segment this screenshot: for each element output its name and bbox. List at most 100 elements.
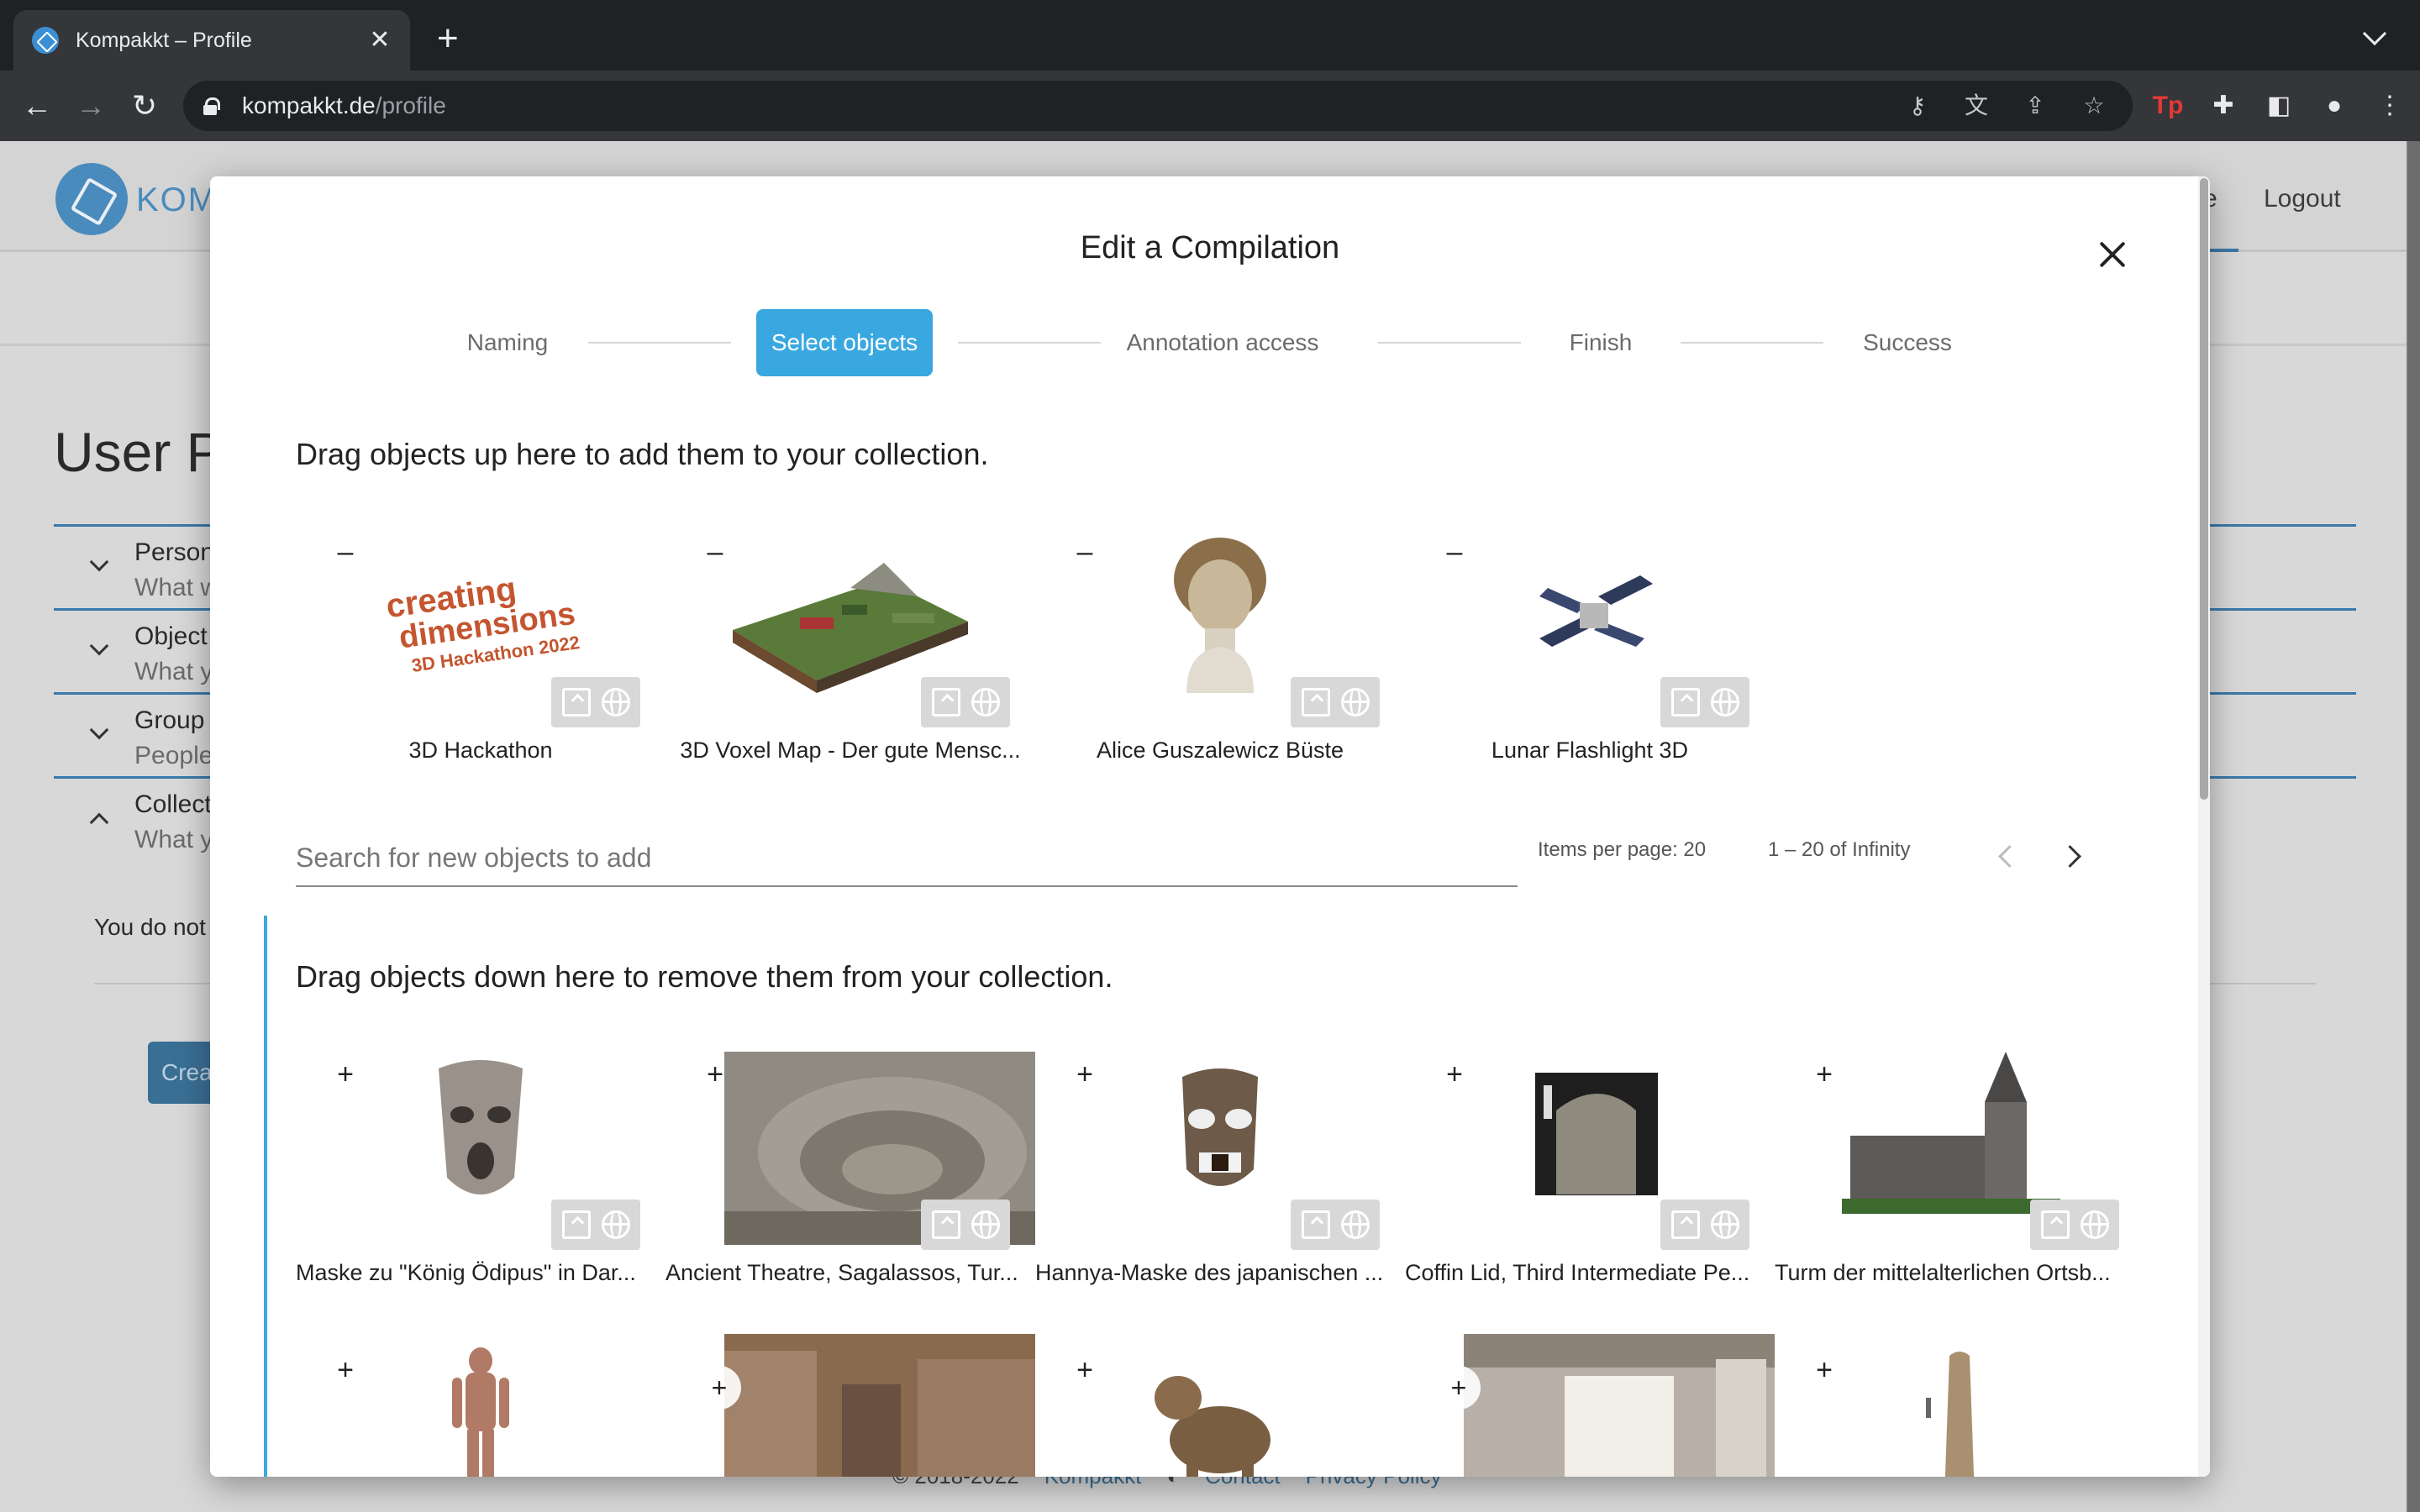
share-icon[interactable]: ⇪ xyxy=(2020,91,2050,121)
available-object-card[interactable]: + xyxy=(296,1347,649,1477)
profile-avatar-icon[interactable]: ● xyxy=(2317,89,2351,123)
step-connector xyxy=(588,342,731,344)
search-input[interactable] xyxy=(296,823,1518,884)
globe-icon xyxy=(601,688,630,717)
selected-object-card[interactable]: – Alice Guszalewicz Büste xyxy=(1035,529,1388,763)
accordion-subtitle: What w xyxy=(134,574,219,601)
next-page-button[interactable] xyxy=(2055,840,2089,874)
step-naming[interactable]: Naming xyxy=(430,309,585,376)
upload-icon xyxy=(561,688,591,717)
kompakkt-favicon-icon xyxy=(32,27,59,54)
reload-icon[interactable]: ↻ xyxy=(126,87,163,124)
object-thumbnail xyxy=(1464,1334,1775,1477)
extensions-puzzle-icon[interactable]: ✚ xyxy=(2207,89,2240,123)
accordion-subtitle: What y xyxy=(134,658,213,685)
close-icon[interactable] xyxy=(2089,232,2136,279)
remove-zone-title: Drag objects down here to remove them fr… xyxy=(296,959,1113,994)
object-badges xyxy=(1660,1200,1749,1250)
object-badges xyxy=(551,1200,640,1250)
page-scrollbar[interactable] xyxy=(2408,141,2420,1512)
browser-toolbar: ← → ↻ kompakkt.de/profile ⚷ 文 ⇪ ☆ Tp ✚ ◧… xyxy=(0,71,2420,141)
globe-icon xyxy=(1340,1210,1370,1239)
lock-icon[interactable] xyxy=(203,97,220,115)
tab-close-icon[interactable]: ✕ xyxy=(365,25,395,55)
object-label: Maske zu "König Ödipus" in Dar... xyxy=(296,1260,636,1285)
browser-menu-icon[interactable]: ⋮ xyxy=(2373,89,2407,123)
object-label: 3D Voxel Map - Der gute Mensc... xyxy=(680,738,1021,763)
browser-tab[interactable]: Kompakkt – Profile ✕ xyxy=(13,10,410,71)
object-badges xyxy=(1660,677,1749,727)
dialog-scrollbar-thumb[interactable] xyxy=(2200,178,2208,800)
step-select-objects[interactable]: Select objects xyxy=(756,309,933,376)
extension-tp-icon[interactable]: Tp xyxy=(2151,89,2185,123)
available-object-card[interactable]: + Hannya-Maske des japanischen ... xyxy=(1035,1052,1388,1285)
address-bar[interactable]: kompakkt.de/profile ⚷ 文 ⇪ ☆ xyxy=(183,81,2133,131)
dialog-title: Edit a Compilation xyxy=(1080,230,1340,265)
tab-search-chevron-icon[interactable] xyxy=(2362,21,2387,46)
chevron-down-icon xyxy=(89,636,109,656)
forward-arrow-icon[interactable]: → xyxy=(72,87,109,124)
stepper: Naming Select objects Annotation access … xyxy=(210,302,2210,376)
selected-object-card[interactable]: – Lunar Flashlight 3D xyxy=(1405,529,1758,763)
add-object-button[interactable]: + xyxy=(1437,1366,1481,1410)
globe-icon xyxy=(1710,1210,1739,1239)
accordion-title: Group xyxy=(134,706,205,734)
upload-icon xyxy=(1670,688,1700,717)
tab-title: Kompakkt – Profile xyxy=(76,28,252,52)
object-thumbnail xyxy=(355,1347,666,1477)
globe-icon xyxy=(971,1210,1000,1239)
globe-icon xyxy=(1710,688,1739,717)
accordion-subtitle: People xyxy=(134,742,213,769)
url-path: /profile xyxy=(375,92,446,118)
translate-icon[interactable]: 文 xyxy=(1961,91,1991,121)
upload-icon xyxy=(561,1210,591,1239)
side-panel-icon[interactable]: ◧ xyxy=(2262,89,2296,123)
object-label: 3D Hackathon xyxy=(408,738,553,763)
step-connector xyxy=(1681,342,1823,344)
available-object-card[interactable]: + Ancient Theatre, Sagalassos, Tur... xyxy=(666,1052,1035,1285)
add-object-button[interactable]: + xyxy=(697,1366,741,1410)
available-object-card[interactable]: + Maske zu "König Ödipus" in Dar... xyxy=(296,1052,649,1285)
available-object-card[interactable]: + Coffin Lid, Third Intermediate Pe... xyxy=(1405,1052,1758,1285)
object-badges xyxy=(551,677,640,727)
kompakkt-logo-icon[interactable] xyxy=(55,163,128,235)
browser-tab-bar: Kompakkt – Profile ✕ + xyxy=(0,0,2420,71)
selected-object-card[interactable]: – 3D Voxel Map - Der gute Mensc... xyxy=(666,529,1020,763)
object-badges xyxy=(921,677,1010,727)
previous-page-button[interactable] xyxy=(1988,840,2022,874)
empty-collections-text: You do not xyxy=(94,914,206,940)
available-object-card[interactable]: + xyxy=(666,1334,1035,1477)
pagination-range: 1 – 20 of Infinity xyxy=(1768,838,1911,861)
add-zone-title: Drag objects up here to add them to your… xyxy=(296,437,989,471)
step-finish[interactable]: Finish xyxy=(1538,309,1664,376)
step-connector xyxy=(1378,342,1521,344)
step-annotation-access[interactable]: Annotation access xyxy=(1118,309,1328,376)
upload-icon xyxy=(931,688,960,717)
upload-icon xyxy=(1301,1210,1330,1239)
object-label: Coffin Lid, Third Intermediate Pe... xyxy=(1405,1260,1750,1285)
accordion-title: Collect xyxy=(134,790,212,818)
bookmark-star-icon[interactable]: ☆ xyxy=(2079,91,2109,121)
step-connector xyxy=(958,342,1101,344)
new-tab-button[interactable]: + xyxy=(437,20,459,57)
accordion-title: Object xyxy=(134,622,208,650)
items-per-page-label[interactable]: Items per page: 20 xyxy=(1538,838,1706,862)
available-object-card[interactable]: + xyxy=(1775,1347,2128,1477)
available-object-card[interactable]: + xyxy=(1035,1347,1388,1477)
selected-object-card[interactable]: – creating dimensions 3D Hackathon 2022 … xyxy=(296,529,649,763)
password-key-icon[interactable]: ⚷ xyxy=(1902,91,1933,121)
logout-link[interactable]: Logout xyxy=(2264,185,2341,213)
object-label: Alice Guszalewicz Büste xyxy=(1096,738,1344,763)
upload-icon xyxy=(931,1210,960,1239)
step-success[interactable]: Success xyxy=(1840,309,1975,376)
edit-compilation-dialog: Edit a Compilation Naming Select objects… xyxy=(210,176,2210,1477)
chevron-down-icon xyxy=(89,720,109,740)
back-arrow-icon[interactable]: ← xyxy=(18,87,55,124)
object-badges xyxy=(1291,677,1380,727)
object-label: Ancient Theatre, Sagalassos, Tur... xyxy=(666,1260,1018,1285)
url-host: kompakkt.de xyxy=(242,92,376,118)
globe-icon xyxy=(971,688,1000,717)
logo-text: KOM xyxy=(136,181,218,218)
available-object-card[interactable]: + Turm der mittelalterlichen Ortsb... xyxy=(1775,1052,2128,1285)
available-object-card[interactable]: + xyxy=(1405,1334,1775,1477)
